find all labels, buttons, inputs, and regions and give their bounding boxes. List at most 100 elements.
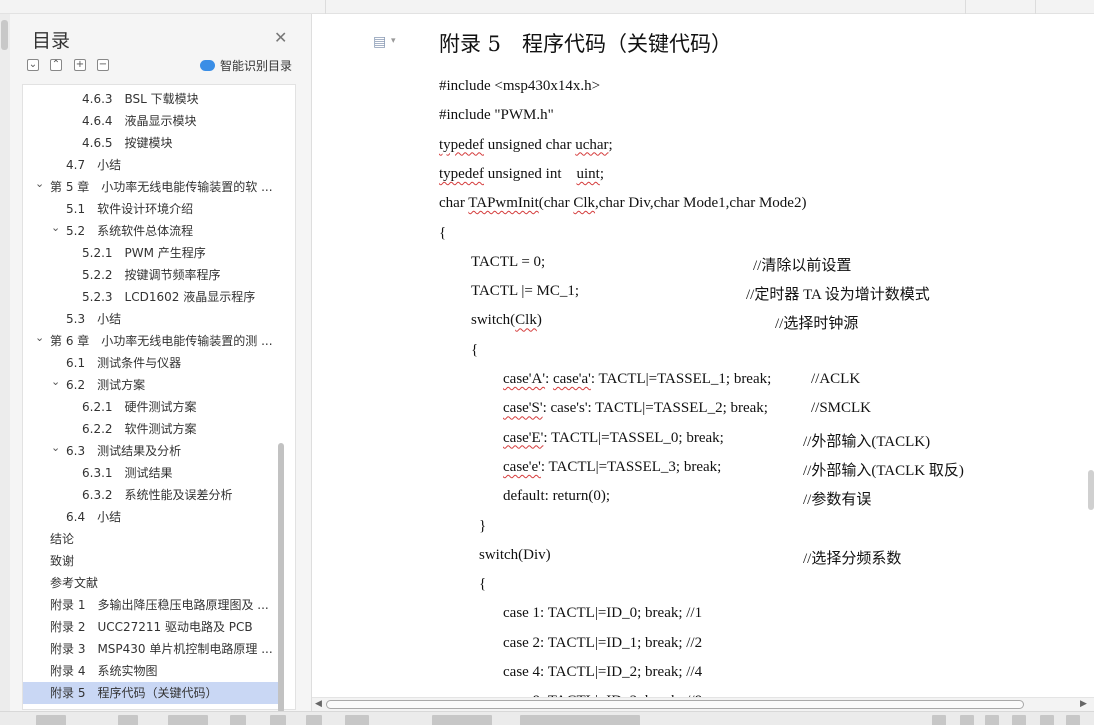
toc-item[interactable]: 6.3.1 测试结果 (23, 462, 278, 484)
toc-list: 4.6.3 BSL 下载模块 4.6.4 液晶显示模块 4.6.5 按键模块 4.7 … (22, 84, 296, 713)
view-mode-icon[interactable] (985, 715, 999, 725)
toc-scrollbar-thumb[interactable] (278, 443, 284, 713)
scroll-handle[interactable] (1088, 470, 1094, 510)
zoom-icon[interactable] (1040, 715, 1054, 725)
code-line: case'S': case's': TACTL|=TASSEL_2; break… (503, 400, 768, 417)
toc-item[interactable]: ⌄ 5.2 系统软件总体流程 (23, 220, 278, 242)
toc-item[interactable]: 附录 3 MSP430 单片机控制电路原理 ... (23, 638, 278, 660)
toc-item[interactable]: 6.3.2 系统性能及误差分析 (23, 484, 278, 506)
document-page: ▤ ▾ 附录 5 程序代码（关键代码） #include <msp430x14x… (326, 14, 1094, 709)
sidebar-scrollbar[interactable] (0, 14, 10, 711)
horizontal-scrollbar[interactable]: ◀ ▶ (312, 697, 1094, 711)
code-comment: //ACLK (811, 371, 861, 387)
toc-item-label: 5.2.3 LCD1602 液晶显示程序 (82, 290, 256, 304)
zoom-icon[interactable] (1066, 715, 1080, 725)
code-line: switch(Div) (479, 546, 551, 563)
toc-item[interactable]: 附录 4 系统实物图 (23, 660, 278, 682)
status-item (118, 715, 138, 725)
toc-item[interactable]: 5.2.1 PWM 产生程序 (23, 242, 278, 264)
code-comment: //外部输入(TACLK) (803, 433, 931, 450)
toc-item[interactable]: 附录 1 多输出降压稳压电路原理图及 ... (23, 594, 278, 616)
view-mode-icon[interactable] (960, 715, 974, 725)
toc-item-label: 附录 4 系统实物图 (50, 664, 158, 678)
remove-heading-icon[interactable]: − (97, 59, 109, 71)
toc-item[interactable]: 6.2.2 软件测试方案 (23, 418, 278, 440)
toc-item-active[interactable]: 附录 5 程序代码（关键代码） (23, 682, 278, 704)
chevron-down-icon[interactable]: ⌄ (51, 440, 60, 459)
expand-up-icon[interactable]: ⌃ (50, 59, 62, 71)
toc-item-label: 5.1 软件设计环境介绍 (66, 202, 194, 216)
toc-item-label: 4.7 小结 (66, 158, 122, 172)
toc-item[interactable]: 6.1 测试条件与仪器 (23, 352, 278, 374)
status-item (230, 715, 246, 725)
toc-item-label: 6.3.2 系统性能及误差分析 (82, 488, 233, 502)
toc-item[interactable]: 6.2.1 硬件测试方案 (23, 396, 278, 418)
chevron-down-icon[interactable]: ⌄ (51, 374, 60, 393)
status-item (306, 715, 322, 725)
toc-item-label: 4.6.5 按键模块 (82, 136, 173, 150)
toc-sidebar: 目录 ✕ ⌄ ⌃ + − 智能识别目录 4.6.3 BSL 下载模块 4.6.4 … (0, 14, 312, 713)
toc-item[interactable]: 5.2.2 按键调节频率程序 (23, 264, 278, 286)
toc-item[interactable]: 致谢 (23, 550, 278, 572)
toc-item-label: 参考文献 (50, 576, 99, 590)
document-icon[interactable]: ▤ (373, 34, 386, 50)
toc-item-label: 6.1 测试条件与仪器 (66, 356, 182, 370)
code-line: case 4: TACTL|=ID_2; break; //4 (503, 664, 703, 680)
toc-item[interactable]: 5.3 小结 (23, 308, 278, 330)
toc-item[interactable]: ⌄ 第 5 章 小功率无线电能传输装置的软 ... (23, 176, 278, 198)
toc-item[interactable]: ⌄ 6.3 测试结果及分析 (23, 440, 278, 462)
status-item[interactable] (520, 715, 640, 725)
code-line: { (439, 224, 447, 241)
toc-item[interactable]: ⌄ 6.2 测试方案 (23, 374, 278, 396)
toc-item-label: 致谢 (50, 554, 75, 568)
add-heading-icon[interactable]: + (74, 59, 86, 71)
toc-item[interactable]: 4.6.5 按键模块 (23, 132, 278, 154)
chevron-down-icon[interactable]: ⌄ (51, 220, 60, 239)
code-comment: //选择分频系数 (803, 550, 902, 567)
code-comment: //参数有误 (803, 492, 872, 509)
scroll-right-icon[interactable]: ▶ (1080, 699, 1087, 709)
code-line: #include "PWM.h" (439, 107, 554, 124)
toc-item[interactable]: 结论 (23, 528, 278, 550)
toc-item[interactable]: ⌄ 第 6 章 小功率无线电能传输装置的测 ... (23, 330, 278, 352)
sidebar-scrollbar-thumb[interactable] (1, 20, 8, 50)
chevron-down-icon[interactable]: ⌄ (35, 330, 44, 349)
chevron-down-icon[interactable]: ▾ (391, 36, 396, 46)
toc-item[interactable]: 参考文献 (23, 572, 278, 594)
code-line: TACTL = 0; (471, 253, 546, 270)
toc-item[interactable]: 附录 2 UCC27211 驱动电路及 PCB (23, 616, 278, 638)
status-item (168, 715, 208, 725)
toc-item[interactable]: 5.2.3 LCD1602 液晶显示程序 (23, 286, 278, 308)
code-line: } (479, 517, 487, 534)
toc-item-label: 6.3 测试结果及分析 (66, 444, 182, 458)
toc-item-label: 第 6 章 小功率无线电能传输装置的测 ... (50, 334, 273, 348)
toc-item-label: 5.2.2 按键调节频率程序 (82, 268, 221, 282)
code-comment: //SMCLK (811, 400, 872, 417)
toc-item[interactable]: 4.6.4 液晶显示模块 (23, 110, 278, 132)
code-line: { (471, 341, 479, 358)
document-scrollbar[interactable] (1088, 14, 1094, 697)
smart-toc-button[interactable]: 智能识别目录 (200, 57, 292, 74)
ruler-segment (325, 0, 965, 14)
toc-item[interactable]: 6.4 小结 (23, 506, 278, 528)
toc-item[interactable]: 4.6.3 BSL 下载模块 (23, 88, 278, 110)
view-mode-icon[interactable] (1012, 715, 1026, 725)
code-line: case 1: TACTL|=ID_0; break; //1 (503, 605, 703, 622)
ruler-segment (1035, 0, 1094, 14)
toc-item[interactable]: 5.1 软件设计环境介绍 (23, 198, 278, 220)
close-icon[interactable]: ✕ (274, 28, 287, 47)
code-comment: //选择时钟源 (775, 316, 859, 333)
scroll-left-icon[interactable]: ◀ (315, 699, 322, 709)
ruler-segment (965, 0, 1035, 14)
code-line: char TAPwmInit(char Clk,char Div,char Mo… (439, 195, 807, 212)
code-line: case'e': TACTL|=TASSEL_3; break; (503, 458, 722, 475)
chevron-down-icon[interactable]: ⌄ (35, 176, 44, 195)
horizontal-scrollbar-thumb[interactable] (326, 700, 1024, 709)
code-line: typedef unsigned int uint; (439, 165, 604, 182)
toc-item-label: 6.2.2 软件测试方案 (82, 422, 197, 436)
view-mode-icon[interactable] (932, 715, 946, 725)
collapse-all-icon[interactable]: ⌄ (27, 59, 39, 71)
toc-item[interactable]: 4.7 小结 (23, 154, 278, 176)
status-bar (0, 711, 1094, 725)
status-item[interactable] (432, 715, 492, 725)
